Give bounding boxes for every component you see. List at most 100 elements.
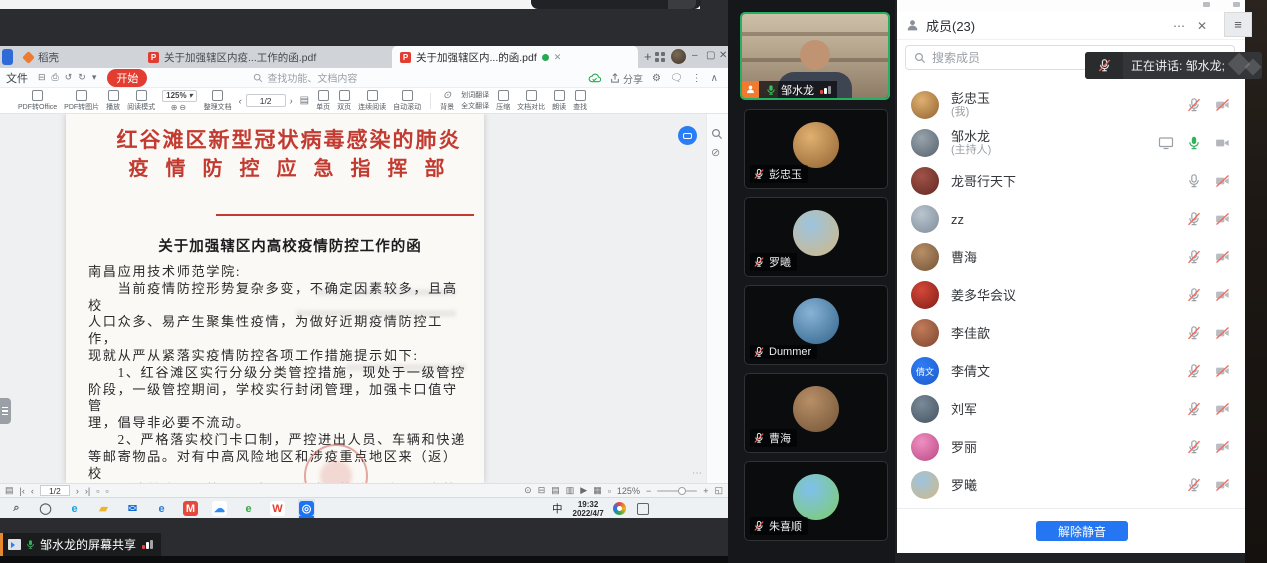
member-row[interactable]: 刘军 — [897, 390, 1245, 428]
minimize-icon[interactable]: – — [692, 50, 698, 61]
taskbar-app-icon[interactable]: ✉ — [124, 499, 141, 518]
camera-off-icon[interactable] — [1214, 97, 1231, 113]
apps-grid-icon[interactable] — [655, 52, 665, 62]
action-center-icon[interactable] — [637, 503, 649, 515]
toolbar-button[interactable]: 朗读 — [552, 90, 566, 112]
accessibility-icon[interactable]: ⊘ — [711, 146, 720, 159]
taskbar-app-icon[interactable]: ☁ — [211, 499, 228, 518]
mic-muted-icon[interactable] — [1186, 363, 1202, 379]
member-row[interactable]: zz — [897, 200, 1245, 238]
zoom-slider[interactable] — [657, 490, 697, 492]
autoplay-icon[interactable]: ▶ — [580, 485, 587, 496]
eye-protect-icon[interactable]: ⊙ — [524, 485, 532, 496]
zoom-slider-knob[interactable] — [678, 487, 686, 495]
single-page-icon[interactable]: ▤ — [551, 485, 560, 496]
toolbar-button[interactable]: 压缩 — [496, 90, 510, 112]
search-icon[interactable] — [711, 128, 723, 140]
fit-width-icon[interactable]: ▦ — [593, 485, 602, 496]
wps-home-tab[interactable] — [2, 49, 13, 65]
close-panel-icon[interactable]: ✕ — [1197, 19, 1207, 33]
toolbar-button[interactable]: 查找 — [573, 90, 587, 112]
mic-muted-icon[interactable] — [1186, 287, 1202, 303]
fullscreen-icon[interactable]: ◱ — [714, 485, 723, 496]
taskbar-app-icon[interactable]: e — [153, 499, 170, 518]
comment-icon[interactable]: 🗨 — [670, 73, 683, 84]
camera-off-icon[interactable] — [1214, 249, 1231, 265]
toolbar-button[interactable]: PDF转图片 — [64, 90, 99, 112]
more-options-icon[interactable]: ⋯ — [692, 468, 703, 479]
save-icon[interactable]: ⊟ — [38, 72, 46, 83]
zoom-out-icon[interactable]: − — [646, 486, 651, 496]
zoom-control[interactable]: 125%▾ ⊕⊖ — [162, 90, 196, 112]
prev-page-icon[interactable]: ‹ — [239, 96, 242, 106]
camera-off-icon[interactable] — [1214, 173, 1231, 189]
mic-on-icon[interactable] — [1186, 135, 1202, 151]
undo-icon[interactable]: ↺ — [65, 72, 73, 83]
mic-muted-icon[interactable] — [1186, 477, 1202, 493]
last-page-icon[interactable]: ›| — [85, 486, 90, 496]
reader-mode-icon[interactable]: ⊟ — [538, 485, 546, 496]
annotation-icon[interactable]: ▤ — [5, 485, 14, 496]
account-avatar[interactable] — [671, 49, 686, 64]
outline-panel-icon[interactable]: ▤ — [300, 95, 309, 106]
member-row[interactable]: 罗曦 — [897, 466, 1245, 504]
clock[interactable]: 19:32 2022/4/7 — [573, 500, 604, 518]
member-row[interactable]: 李佳歆 — [897, 314, 1245, 352]
unmute-button[interactable]: 解除静音 — [1036, 521, 1128, 541]
settings-gear-icon[interactable]: ⚙ — [652, 73, 661, 84]
panel-menu-icon[interactable]: ≡ — [1224, 12, 1252, 37]
mic-muted-icon[interactable] — [1186, 97, 1202, 113]
toolbar-button[interactable]: 双页 — [337, 90, 351, 112]
zoom-in-icon[interactable]: + — [703, 486, 708, 496]
next-page-icon[interactable]: › — [290, 96, 293, 106]
translate-buttons[interactable]: 划词翻译 全文翻译 — [461, 90, 489, 111]
member-row[interactable]: 倩文 李倩文 — [897, 352, 1245, 390]
tab-pdf-1[interactable]: P 关于加强辖区内疫...工作的函.pdf — [140, 46, 386, 68]
restore-icon[interactable]: ▢ — [706, 50, 715, 61]
camera-off-icon[interactable] — [1214, 325, 1231, 341]
menu-file[interactable]: 文件 — [6, 70, 28, 86]
taskbar-app-icon[interactable]: M — [182, 499, 199, 518]
camera-off-icon[interactable] — [1214, 477, 1231, 493]
member-row[interactable]: 龙哥行天下 — [897, 162, 1245, 200]
mic-muted-icon[interactable] — [1186, 325, 1202, 341]
close-icon[interactable]: ✕ — [719, 50, 727, 61]
camera-on-icon[interactable] — [1214, 135, 1231, 151]
toolbar-button[interactable]: 文档对比 — [517, 90, 545, 112]
toolbar-button[interactable]: 连续阅读 — [358, 90, 386, 112]
meeting-hover-toolbar-handle[interactable] — [531, 0, 701, 9]
taskbar-app-icon[interactable]: e — [66, 499, 83, 518]
mic-muted-icon[interactable] — [1186, 401, 1202, 417]
member-row[interactable]: 彭忠玉 (我) — [897, 86, 1245, 124]
print-icon[interactable]: ⎙ — [52, 72, 59, 83]
redo-icon[interactable]: ↻ — [78, 72, 86, 83]
more-commands-icon[interactable]: ▾ — [92, 72, 97, 83]
prev-page-icon[interactable]: ‹ — [31, 486, 34, 496]
taskbar-app-icon[interactable]: e — [240, 499, 257, 518]
video-thumbnail[interactable]: 彭忠玉 — [744, 109, 888, 189]
mic-muted-icon[interactable] — [1186, 439, 1202, 455]
background-button[interactable]: ⊙ 背景 — [440, 90, 454, 112]
collapse-toolbar-icon[interactable]: ∧ — [711, 73, 718, 84]
fit-page-icon[interactable]: ▫ — [608, 486, 611, 496]
share-button[interactable]: 分享 — [610, 71, 643, 86]
mic-muted-icon[interactable] — [1186, 211, 1202, 227]
page-navigator[interactable]: ‹ 1/2 › — [239, 94, 293, 107]
member-row[interactable]: 姜多华会议 — [897, 276, 1245, 314]
wps-assistant-icon[interactable] — [678, 126, 697, 145]
video-thumbnail[interactable]: 朱喜顺 — [744, 461, 888, 541]
side-panel-handle[interactable] — [0, 398, 11, 424]
toolbar-button[interactable]: 阅读模式 — [127, 90, 155, 112]
toolbar-button[interactable]: PDF转Office — [18, 90, 57, 112]
organize-pages-button[interactable]: 整理文档 — [204, 90, 232, 112]
more-options-icon[interactable]: ⋯ — [1173, 19, 1185, 33]
new-tab-icon[interactable]: + — [644, 49, 652, 64]
active-speaker-tile[interactable]: 邹水龙 — [740, 12, 890, 100]
menu-start[interactable]: 开始 — [107, 69, 147, 87]
taskbar-app-icon[interactable]: ◯ — [37, 499, 54, 518]
page-indicator[interactable]: 1/2 — [40, 485, 70, 496]
next-page-icon[interactable]: › — [76, 486, 79, 496]
wps-find-input[interactable]: 查找功能、文档内容 — [253, 70, 357, 85]
ime-indicator[interactable]: 中 — [552, 501, 563, 516]
taskbar-app-icon[interactable]: W — [269, 499, 286, 518]
